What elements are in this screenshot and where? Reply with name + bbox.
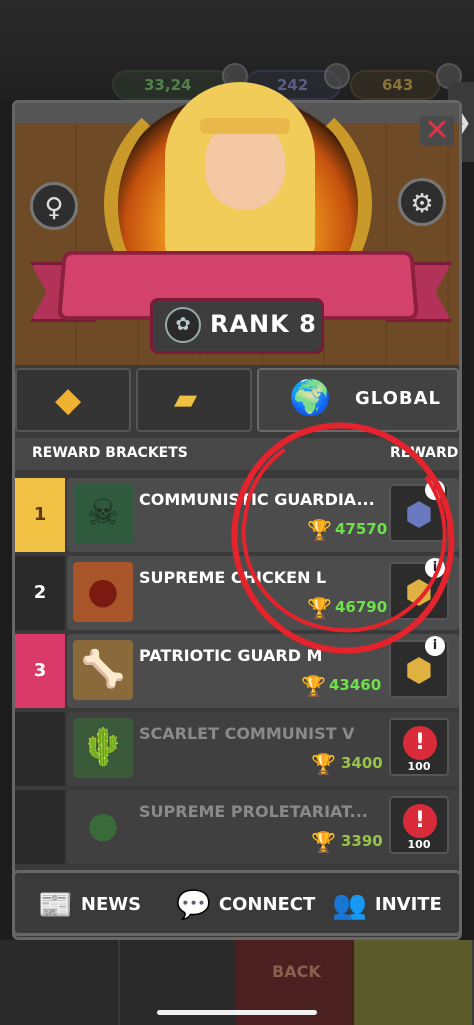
reward-box[interactable]: ! 100	[389, 796, 449, 854]
gold-bars-icon: ▰	[174, 382, 198, 417]
trophy-icon: 🏆	[311, 830, 336, 854]
bomb-icon: ●	[73, 796, 133, 856]
news-label: NEWS	[80, 894, 142, 915]
underlay-tile	[0, 940, 120, 1025]
bracket-name: SUPREME PROLETARIAT...	[139, 802, 368, 821]
rank-number: 3	[15, 634, 65, 708]
trophy-icon: 🏆	[311, 752, 336, 776]
character-headband	[200, 118, 290, 134]
reward-count: 100	[407, 838, 431, 851]
skull-icon: ☠	[73, 484, 133, 544]
add-purple-currency-button[interactable]	[324, 63, 350, 89]
rank-number: 1	[15, 478, 65, 552]
reward-box[interactable]: ⬢ i	[389, 636, 449, 698]
tab-global-label: GLOBAL	[355, 388, 442, 409]
diamond-gem-icon: ◆	[55, 380, 82, 420]
reward-count: 100	[407, 760, 431, 773]
bracket-score: 3400	[341, 754, 383, 772]
rank-number	[15, 790, 65, 864]
rank-number: 2	[15, 556, 65, 630]
bomb-icon: ●	[73, 562, 133, 622]
gear-icon[interactable]: ⚙	[398, 178, 446, 226]
table-row[interactable]: ● SUPREME PROLETARIAT... 🏆 3390 ! 100	[15, 790, 459, 864]
invite-button[interactable]: 👥 INVITE	[332, 888, 442, 921]
rank-label: RANK 8	[210, 310, 317, 338]
info-icon[interactable]: i	[425, 636, 445, 656]
bracket-name: PATRIOTIC GUARD M	[139, 646, 323, 665]
invite-label: INVITE	[374, 894, 442, 915]
cactus-icon: 🌵	[73, 718, 133, 778]
tab-gold-bars[interactable]: ▰	[136, 368, 252, 432]
connect-button[interactable]: 💬 CONNECT	[176, 888, 315, 921]
close-icon[interactable]: ✕	[420, 116, 454, 146]
home-indicator	[157, 1010, 317, 1015]
warning-icon: !	[403, 726, 437, 760]
globe-laurel-icon: 🌍	[289, 378, 332, 418]
newspaper-icon: 📰	[38, 888, 73, 921]
bracket-score: 3390	[341, 832, 383, 850]
female-symbol-icon[interactable]: ♀	[30, 182, 78, 230]
table-row[interactable]: 3 🦴 PATRIOTIC GUARD M 🏆 43460 ⬢ i	[15, 634, 459, 708]
table-row[interactable]: 🌵 SCARLET COMMUNIST V 🏆 3400 ! 100	[15, 712, 459, 786]
rank-number	[15, 712, 65, 786]
reward-brackets-heading: REWARD BRACKETS	[32, 445, 188, 461]
fan-emblem-icon: ✿	[165, 307, 201, 343]
warning-icon: !	[403, 804, 437, 838]
news-button[interactable]: 📰 NEWS	[38, 888, 141, 921]
reward-box[interactable]: ! 100	[389, 718, 449, 776]
bracket-name: SCARLET COMMUNIST V	[139, 724, 355, 743]
tab-diamond[interactable]: ◆	[15, 368, 131, 432]
row-body: ● SUPREME PROLETARIAT... 🏆 3390 ! 100	[67, 790, 459, 864]
gold-currency-pill[interactable]: 643	[350, 70, 440, 100]
bracket-score: 43460	[329, 676, 382, 694]
row-body: 🌵 SCARLET COMMUNIST V 🏆 3400 ! 100	[67, 712, 459, 786]
trophy-icon: 🏆	[301, 674, 326, 698]
underlay-tile	[354, 940, 474, 1025]
dino-skull-icon: 🦴	[73, 640, 133, 700]
chat-bubbles-icon: 💬	[176, 888, 211, 921]
user-icon: 👥	[332, 888, 367, 921]
row-body: 🦴 PATRIOTIC GUARD M 🏆 43460 ⬢ i	[67, 634, 459, 708]
back-label: BACK	[272, 962, 321, 981]
connect-label: CONNECT	[218, 894, 316, 915]
